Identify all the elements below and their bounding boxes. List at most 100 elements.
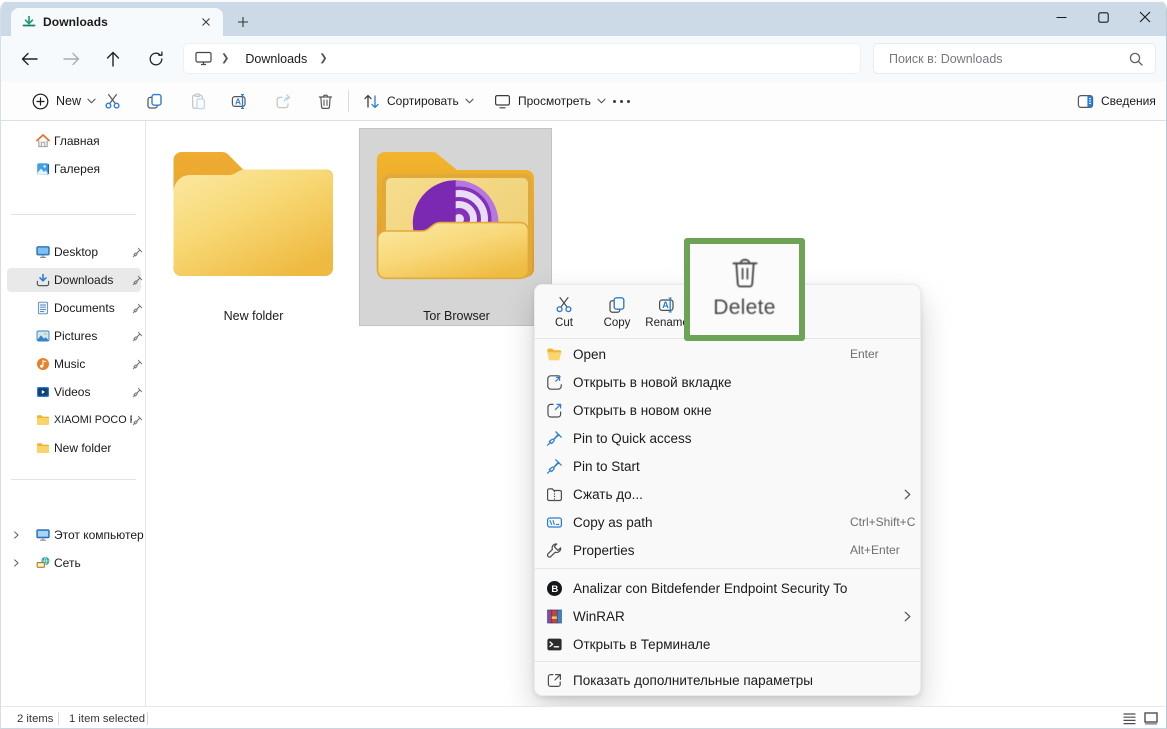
menu-item-open-in-terminal[interactable]: Открыть в Терминале [540,630,917,658]
sidebar-item-home[interactable]: Главная [7,129,141,153]
delete-highlight-annotation[interactable]: Delete [684,238,805,341]
sidebar-item-this-pc[interactable]: Этот компьютер [7,523,141,547]
sidebar-item-label: New folder [54,441,111,455]
sidebar-separator [145,121,146,706]
back-arrow-icon [21,52,38,66]
sidebar-item-pictures[interactable]: Pictures [7,324,141,348]
sidebar-item-xiaomi-folder[interactable]: XIAOMI POCO F [7,408,141,432]
sidebar-item-new-folder[interactable]: New folder [7,436,141,460]
paste-icon [190,93,207,110]
menu-item-copy-as-path[interactable]: Copy as path Ctrl+Shift+C [540,508,917,536]
new-tab-button[interactable] [231,10,255,34]
chevron-down-icon [465,98,474,104]
menu-item-bitdefender[interactable]: B Analizar con Bitdefender Endpoint Secu… [540,574,917,602]
tab-close-button[interactable] [197,13,215,31]
gallery-icon [36,162,50,176]
share-button[interactable] [275,82,292,120]
file-item-tor-browser[interactable]: Tor Browser [359,128,552,326]
context-copy-button[interactable]: Copy [591,293,643,337]
close-button[interactable] [1124,0,1166,34]
sidebar-divider [11,479,136,480]
menu-item-open-new-window[interactable]: Открыть в новом окне [540,396,917,424]
minimize-button[interactable] [1040,0,1082,34]
cut-button[interactable] [104,82,121,120]
menu-item-show-more-options[interactable]: Показать дополнительные параметры [540,666,917,694]
command-bar: New A [1,82,1166,121]
menu-item-open[interactable]: Open Enter [540,340,917,368]
title-bar: Downloads [1,0,1166,36]
delete-button[interactable] [317,82,334,120]
back-button[interactable] [15,45,43,73]
menu-item-pin-quick-access[interactable]: Pin to Quick access [540,424,917,452]
view-icon [494,93,511,110]
search-box[interactable]: Поиск в: Downloads [873,43,1156,74]
sidebar-item-desktop[interactable]: Desktop [7,240,141,264]
details-pane-label: Сведения [1101,94,1156,108]
tab-downloads[interactable]: Downloads [11,8,223,36]
rename-button[interactable]: A [231,82,248,120]
open-new-tab-icon [546,374,563,391]
sidebar-item-network[interactable]: Сеть [7,551,141,575]
details-view-toggle[interactable] [1123,712,1136,725]
trash-icon [732,257,758,288]
menu-item-compress-to[interactable]: Сжать до... [540,480,917,508]
winrar-icon [546,608,563,625]
paste-button[interactable] [190,82,207,120]
context-cut-button[interactable]: Cut [538,293,590,337]
copy-as-path-icon [546,514,563,531]
refresh-button[interactable] [142,45,170,73]
forward-arrow-icon [63,52,80,66]
menu-item-open-new-tab[interactable]: Открыть в новой вкладке [540,368,917,396]
sort-button[interactable]: Сортировать [363,82,474,120]
thumbnail-view-toggle[interactable] [1144,712,1157,725]
menu-item-winrar[interactable]: WinRAR [540,602,917,630]
copy-button[interactable] [146,82,163,120]
new-button[interactable]: New [32,82,96,120]
chevron-down-icon [597,98,606,104]
menu-item-properties[interactable]: Properties Alt+Enter [540,536,917,564]
breadcrumb-item-downloads[interactable]: Downloads [245,52,307,66]
file-item-label: Tor Browser [360,309,553,323]
sort-icon [363,93,380,110]
this-pc-icon [195,51,212,66]
menu-item-label: Показать дополнительные параметры [573,673,813,688]
breadcrumb-chevron-icon: ❯ [221,53,229,64]
sidebar-item-label: Pictures [54,329,97,343]
menu-item-label: Properties [573,543,635,558]
view-button[interactable]: Просмотреть [494,82,606,120]
address-bar[interactable]: ❯ Downloads ❯ [183,43,861,74]
pin-icon [546,430,563,447]
file-item-label: New folder [173,309,334,323]
submenu-chevron-icon [904,489,911,500]
menu-item-label: Сжать до... [573,487,643,502]
documents-icon [36,301,50,315]
terminal-icon [546,636,563,653]
sidebar-item-videos[interactable]: Videos [7,380,141,404]
sidebar-item-documents[interactable]: Documents [7,296,141,320]
pin-icon [132,275,143,286]
selection-count: 1 item selected [69,713,145,725]
sidebar-item-label: Videos [54,385,90,399]
videos-icon [36,385,50,399]
details-pane-button[interactable]: Сведения [1077,82,1156,120]
sidebar-item-downloads[interactable]: Downloads [7,268,141,292]
sidebar-item-gallery[interactable]: Галерея [7,157,141,181]
more-options-button[interactable] [612,82,631,120]
breadcrumb-chevron-icon: ❯ [319,53,327,64]
sidebar-item-music[interactable]: Music [7,352,141,376]
sidebar-item-label: Music [54,357,85,371]
zip-folder-icon [546,486,563,503]
up-button[interactable] [99,45,127,73]
menu-item-label: Открыть в Терминале [573,637,710,652]
submenu-chevron-icon [904,611,911,622]
pin-icon [132,387,143,398]
new-button-label: New [56,94,81,108]
forward-button[interactable] [57,45,85,73]
menu-item-pin-to-start[interactable]: Pin to Start [540,452,917,480]
maximize-icon [1098,12,1109,23]
details-pane-icon [1077,93,1094,110]
trash-icon [317,93,334,110]
maximize-button[interactable] [1082,0,1124,34]
bitdefender-icon: B [546,580,563,597]
context-menu: Cut Copy A Rename Share [534,284,921,696]
